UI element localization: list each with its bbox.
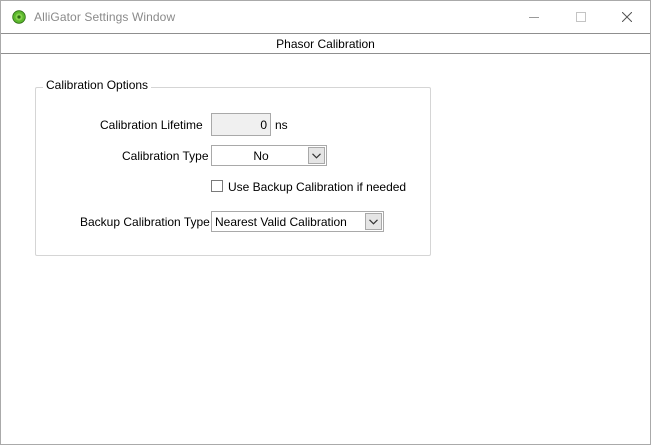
- backup-calibration-type-value: Nearest Valid Calibration: [215, 215, 347, 229]
- calibration-type-value: No: [253, 149, 269, 163]
- calibration-lifetime-value: 0: [260, 118, 267, 132]
- calibration-type-select[interactable]: No: [211, 145, 327, 166]
- title-bar[interactable]: AlliGator Settings Window: [1, 1, 650, 33]
- tab-phasor-calibration[interactable]: Phasor Calibration: [1, 33, 650, 54]
- lifetime-unit-label: ns: [275, 118, 288, 132]
- chevron-down-icon[interactable]: [365, 213, 382, 230]
- backup-calibration-type-label: Backup Calibration Type: [80, 215, 210, 229]
- minimize-icon: [529, 12, 539, 22]
- group-legend: Calibration Options: [43, 78, 152, 92]
- calibration-lifetime-input[interactable]: 0: [211, 113, 271, 136]
- alligator-app-icon: [12, 10, 26, 24]
- close-icon: [622, 12, 632, 22]
- calibration-lifetime-label: Calibration Lifetime: [100, 118, 203, 132]
- settings-window: AlliGator Settings Window Phasor Calibra…: [0, 0, 651, 445]
- chevron-down-icon[interactable]: [308, 147, 325, 164]
- maximize-icon: [576, 12, 586, 22]
- close-button[interactable]: [604, 1, 650, 33]
- calibration-type-label: Calibration Type: [122, 149, 209, 163]
- use-backup-calibration-label[interactable]: Use Backup Calibration if needed: [228, 180, 406, 194]
- use-backup-calibration-checkbox[interactable]: [211, 180, 223, 192]
- backup-calibration-type-select[interactable]: Nearest Valid Calibration: [211, 211, 384, 232]
- maximize-button[interactable]: [558, 1, 604, 33]
- window-title: AlliGator Settings Window: [34, 10, 176, 24]
- tab-label: Phasor Calibration: [276, 37, 375, 51]
- minimize-button[interactable]: [511, 1, 557, 33]
